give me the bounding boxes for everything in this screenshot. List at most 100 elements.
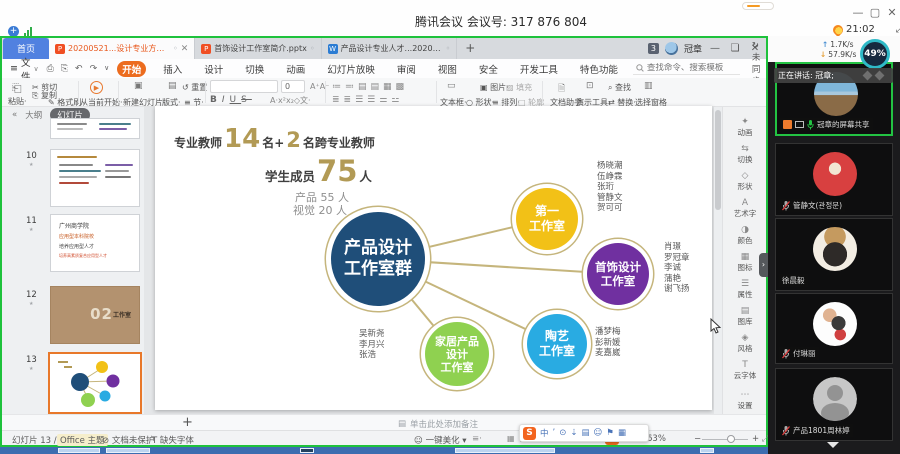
- thumbnail-slide-9[interactable]: [50, 118, 140, 139]
- panel-colors[interactable]: ◑颜色: [723, 226, 767, 246]
- tab-close-icon[interactable]: ✕: [181, 44, 189, 54]
- undo-icon[interactable]: ↶: [75, 64, 83, 74]
- font-style-buttons[interactable]: BIUS: [210, 95, 252, 105]
- protect-status[interactable]: ⊘ 文档未保护: [102, 434, 154, 446]
- ime-emoji-icon[interactable]: ⊙: [559, 428, 566, 438]
- ribbon-tab[interactable]: 安全: [474, 61, 503, 77]
- input-method-toolbar[interactable]: S 中 ’ ⊙ ⇣ ▤ ☺ ⚑ ▦: [519, 424, 649, 442]
- ribbon-tab[interactable]: 幻灯片放映: [322, 61, 380, 77]
- picture-button[interactable]: ▣ 图片·: [480, 82, 509, 93]
- ribbon-tab[interactable]: 特色功能: [575, 61, 623, 77]
- ribbon-tab[interactable]: 动画: [281, 61, 310, 77]
- tab-doc-3[interactable]: W 产品设计专业人才...20200106 ◦: [322, 38, 458, 59]
- meeting-control-pill[interactable]: [742, 2, 774, 10]
- studio-bubble-first[interactable]: 第一工作室: [516, 188, 578, 250]
- add-slide-button[interactable]: +: [182, 415, 193, 430]
- zoom-in-button[interactable]: +: [752, 434, 759, 444]
- layout-toggle-icon[interactable]: ≡·: [472, 434, 482, 444]
- scroll-more-participants-icon[interactable]: [827, 442, 839, 448]
- font-effects-buttons[interactable]: A·x²x₂◇文·: [270, 95, 311, 106]
- output-icon[interactable]: ⎘: [61, 64, 68, 74]
- taskbar-window[interactable]: [700, 448, 714, 453]
- font-grow-shrink[interactable]: A⁺A⁻: [310, 82, 329, 91]
- chevron-down-icon[interactable]: ∨: [104, 64, 109, 74]
- close-button[interactable]: ✕: [884, 6, 900, 19]
- sogou-logo-icon[interactable]: S: [523, 427, 536, 440]
- user-avatar[interactable]: [665, 42, 678, 55]
- panel-properties[interactable]: ☰属性: [723, 280, 767, 300]
- panel-shapes[interactable]: ◇形状: [723, 172, 767, 192]
- vertical-scrollbar[interactable]: [714, 107, 722, 414]
- panel-style[interactable]: ◈风格: [723, 334, 767, 354]
- scrollbar-thumb[interactable]: [715, 110, 721, 210]
- search-input[interactable]: [647, 63, 737, 73]
- ribbon-tab[interactable]: 开发工具: [515, 61, 563, 77]
- thumbnail-slide-13-current[interactable]: [48, 352, 142, 414]
- center-bubble[interactable]: 产品设计工作室群: [331, 212, 425, 306]
- save-icon[interactable]: ⎙: [47, 64, 54, 74]
- panel-collapse-handle[interactable]: ›: [759, 253, 768, 277]
- participant-tile[interactable]: 付琳丽: [775, 293, 893, 364]
- ime-mic-icon[interactable]: ⇣: [570, 428, 577, 438]
- doc-assistant-icon[interactable]: 🗎: [558, 81, 565, 97]
- layout-icon[interactable]: ▤: [168, 81, 177, 91]
- redo-icon[interactable]: ↷: [90, 64, 98, 74]
- studio-bubble-home[interactable]: 家居产品设计工作室: [425, 322, 489, 386]
- taskbar-window[interactable]: [106, 448, 150, 453]
- theme-label[interactable]: Office 主题: [57, 434, 108, 446]
- participant-tile[interactable]: 管静文(관정문): [775, 143, 893, 216]
- taskbar-window[interactable]: [300, 448, 314, 453]
- ribbon-tab[interactable]: 开始: [117, 61, 146, 77]
- ime-account-icon[interactable]: ☺: [594, 428, 603, 438]
- ime-skin-icon[interactable]: ⚑: [606, 428, 614, 438]
- panel-settings[interactable]: ⋯设置: [723, 391, 767, 411]
- ribbon-tab[interactable]: 视图: [433, 61, 462, 77]
- participant-tile[interactable]: 徐晨毅: [775, 218, 893, 291]
- command-search[interactable]: [633, 62, 740, 75]
- zoom-out-button[interactable]: −: [694, 434, 701, 444]
- ime-toolbox-icon[interactable]: ▦: [618, 428, 626, 438]
- textbox-icon[interactable]: ▭: [447, 81, 456, 91]
- new-slide-icon[interactable]: ▣: [134, 81, 143, 91]
- user-name[interactable]: 冠章: [684, 42, 702, 55]
- panel-cloud-fonts[interactable]: T云字体: [723, 361, 767, 381]
- ime-mode-icon[interactable]: 中: [540, 427, 549, 439]
- zoom-slider-track[interactable]: [702, 439, 748, 440]
- taskbar-window[interactable]: [455, 448, 555, 453]
- ime-punct-icon[interactable]: ’: [553, 428, 556, 438]
- present-tools-icon[interactable]: ⊡: [586, 81, 594, 91]
- tab-outline[interactable]: 大纲: [25, 109, 42, 121]
- font-name-select[interactable]: [210, 80, 278, 93]
- new-tab-button[interactable]: +: [457, 38, 483, 59]
- paste-icon[interactable]: ⎗: [12, 81, 22, 96]
- pin-icon[interactable]: ◦: [173, 44, 178, 53]
- tab-doc-active[interactable]: P 20200521...设计专业方向介绍 ◦ ✕: [49, 38, 195, 59]
- notification-badge[interactable]: 3: [648, 43, 659, 54]
- ribbon-tab[interactable]: 审阅: [392, 61, 421, 77]
- fill-button[interactable]: ▨ 填充: [506, 82, 532, 93]
- ribbon-tab[interactable]: 切换: [240, 61, 269, 77]
- align-buttons[interactable]: ≣≣☰☰⚌⚍: [332, 95, 403, 105]
- panel-wordart[interactable]: A艺术字: [723, 199, 767, 219]
- studio-bubble-ceramics[interactable]: 陶艺工作室: [527, 314, 587, 374]
- beautify-button[interactable]: ☺ 一键美化 ▾: [414, 434, 467, 446]
- pin-icon[interactable]: ◦: [310, 44, 315, 53]
- find-button[interactable]: ⌕ 查找: [608, 82, 631, 93]
- participant-tile[interactable]: 产品1801周林婷: [775, 368, 893, 441]
- thumbnail-slide-11[interactable]: 广州商学院应用型本科院校培养应用型人才培养高素质复合应用型人才: [50, 214, 140, 272]
- zoom-slider-knob[interactable]: [727, 435, 735, 443]
- fullscreen-icon[interactable]: ⤢: [896, 24, 900, 35]
- font-size-select[interactable]: 0: [281, 80, 305, 93]
- zoom-value[interactable]: 63%: [647, 434, 666, 444]
- maximize-button[interactable]: ▢: [867, 6, 883, 19]
- wps-restore-button[interactable]: ❏: [728, 43, 742, 54]
- notes-placeholder[interactable]: ▤ 单击此处添加备注: [398, 418, 478, 430]
- taskbar-window[interactable]: [58, 448, 100, 453]
- sidebar-collapse-icon[interactable]: «: [12, 110, 17, 120]
- play-from-current-icon[interactable]: ▶: [90, 81, 103, 94]
- performance-badge[interactable]: 49%: [860, 39, 890, 69]
- selection-pane-icon[interactable]: ▥: [644, 81, 653, 91]
- panel-transition[interactable]: ⇆切换: [723, 145, 767, 165]
- ribbon-tab[interactable]: 设计: [199, 61, 228, 77]
- panel-animation[interactable]: ✦动画: [723, 118, 767, 138]
